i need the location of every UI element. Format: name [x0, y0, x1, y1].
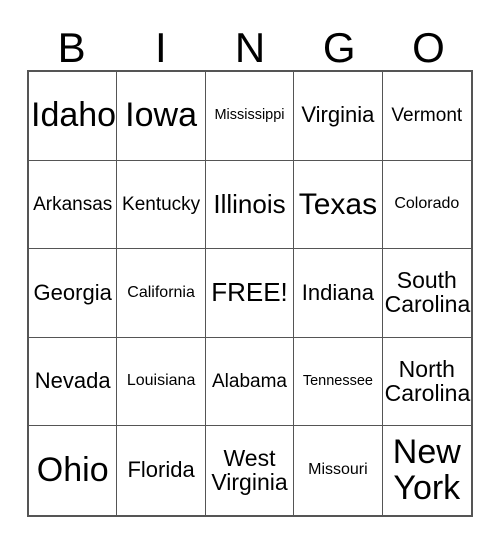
- bingo-cell[interactable]: Idaho: [29, 72, 118, 161]
- bingo-cell-label: Nevada: [34, 368, 111, 394]
- bingo-cell-label: Mississippi: [214, 107, 285, 124]
- bingo-cell[interactable]: Virginia: [294, 72, 383, 161]
- bingo-cell-label: Kentucky: [122, 193, 201, 215]
- header-letter-b: B: [57, 24, 86, 71]
- free-space-label: FREE!: [211, 277, 288, 308]
- bingo-cell[interactable]: Colorado: [382, 160, 471, 250]
- bingo-header-row: B I N G O: [27, 18, 473, 70]
- bingo-cell-label: Tennessee: [302, 373, 373, 390]
- bingo-cell-label: South Carolina: [384, 267, 471, 317]
- bingo-cell[interactable]: Alabama: [205, 337, 295, 427]
- bingo-cell[interactable]: Kentucky: [117, 160, 206, 250]
- bingo-cell[interactable]: Mississippi: [205, 72, 295, 161]
- bingo-cell[interactable]: North Carolina: [382, 337, 471, 427]
- bingo-cell-label: Indiana: [301, 279, 374, 305]
- bingo-cell[interactable]: Iowa: [117, 72, 206, 161]
- header-letter-i: I: [154, 24, 167, 71]
- bingo-card: B I N G O Idaho Iowa Mississippi Virginia Ve…: [0, 0, 500, 544]
- bingo-cell-label: Louisiana: [126, 372, 196, 390]
- bingo-cell[interactable]: Nevada: [29, 337, 118, 427]
- bingo-cell[interactable]: Ohio: [29, 426, 118, 515]
- bingo-cell-label: Ohio: [36, 451, 109, 489]
- bingo-cell-label: Colorado: [394, 195, 460, 213]
- bingo-cell-label: Georgia: [33, 279, 112, 305]
- bingo-cell-label: California: [127, 283, 195, 301]
- bingo-cell[interactable]: Florida: [117, 426, 206, 515]
- bingo-cell[interactable]: Texas: [294, 160, 383, 250]
- bingo-cell-label: Missouri: [308, 461, 368, 479]
- bingo-cell[interactable]: Louisiana: [117, 337, 206, 427]
- bingo-cell-label: North Carolina: [384, 355, 471, 406]
- bingo-cell[interactable]: Georgia: [29, 249, 118, 338]
- bingo-cell[interactable]: Tennessee: [294, 337, 383, 427]
- bingo-cell[interactable]: Missouri: [294, 426, 383, 515]
- bingo-cell[interactable]: Arkansas: [29, 160, 118, 250]
- header-letter-g: G: [322, 24, 356, 71]
- bingo-cell-label: Arkansas: [33, 193, 113, 215]
- bingo-cell-label: Alabama: [211, 370, 287, 392]
- bingo-cell-label: Virginia: [301, 102, 375, 128]
- bingo-cell[interactable]: California: [117, 249, 206, 338]
- bingo-cell[interactable]: Illinois: [205, 160, 295, 250]
- bingo-cell-label: Idaho: [31, 96, 117, 135]
- bingo-cell-label: Texas: [298, 187, 378, 221]
- bingo-cell[interactable]: West Virginia: [205, 426, 295, 515]
- bingo-cell-label: Vermont: [391, 104, 463, 126]
- bingo-grid: Idaho Iowa Mississippi Virginia Vermont Arkan…: [27, 70, 473, 517]
- bingo-cell-label: Florida: [127, 457, 195, 483]
- bingo-cell[interactable]: Vermont: [382, 72, 471, 161]
- bingo-cell-label: New York: [392, 433, 461, 507]
- bingo-cell-label: Iowa: [125, 96, 197, 135]
- header-letter-o: O: [412, 24, 445, 71]
- bingo-cell[interactable]: Indiana: [294, 249, 383, 338]
- bingo-cell[interactable]: New York: [382, 426, 471, 515]
- bingo-cell-label: West Virginia: [211, 444, 288, 495]
- bingo-cell[interactable]: South Carolina: [382, 249, 471, 338]
- bingo-cell-free-space[interactable]: FREE!: [205, 249, 295, 338]
- bingo-cell-label: Illinois: [213, 188, 286, 219]
- header-letter-n: N: [234, 24, 266, 71]
